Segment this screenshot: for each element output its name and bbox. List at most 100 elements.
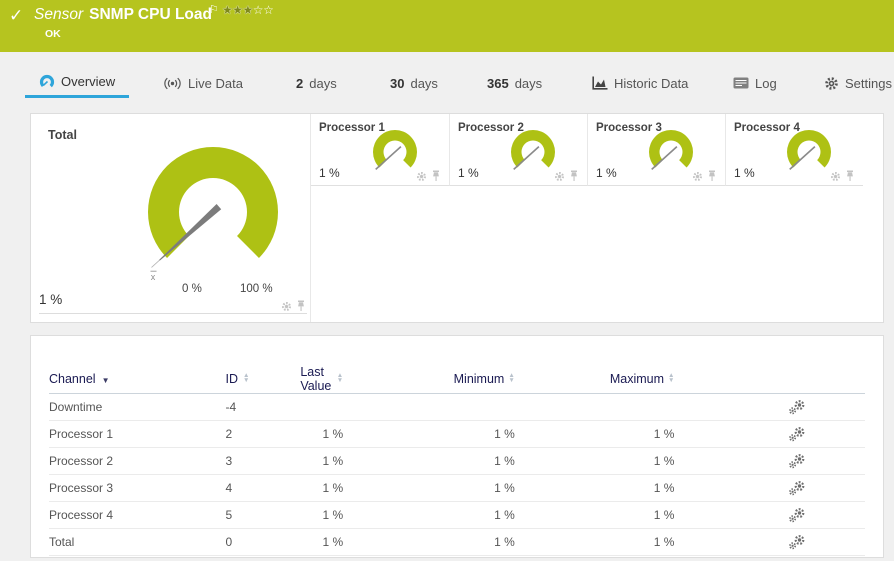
column-header-last-value[interactable]: Last Value: [300, 365, 367, 393]
pin-icon[interactable]: [569, 170, 579, 182]
needle-hairline: [152, 260, 160, 267]
column-label: Maximum: [610, 372, 664, 386]
table-row[interactable]: Processor 3 4 1 % 1 % 1 %: [49, 475, 865, 502]
tab-historic-data[interactable]: Historic Data: [592, 68, 688, 98]
tab-log[interactable]: Log: [733, 68, 777, 98]
live-data-icon: [163, 77, 182, 90]
tab-number: 365: [487, 76, 509, 91]
tab-label: Overview: [61, 74, 115, 89]
column-label: ID: [226, 372, 239, 386]
pin-icon[interactable]: [845, 170, 855, 182]
channel-id: -4: [226, 400, 237, 414]
gear-icon[interactable]: [416, 171, 427, 182]
column-header-channel[interactable]: Channel: [49, 372, 226, 386]
table-row[interactable]: Total 0 1 % 1 % 1 %: [49, 529, 865, 556]
gauge-icon: [39, 74, 55, 90]
channel-name: Processor 3: [49, 481, 113, 495]
column-header-minimum[interactable]: Minimum: [367, 372, 555, 386]
star-filled-icon[interactable]: [243, 3, 253, 17]
channel-name: Downtime: [49, 400, 102, 414]
area-chart-icon: [592, 76, 608, 90]
table-header-row: Channel ID Last Value Minimum Maximum: [49, 364, 865, 394]
tab-label: days: [515, 76, 542, 91]
flag-icon[interactable]: ⚐: [209, 3, 219, 16]
star-filled-icon[interactable]: [232, 3, 242, 17]
minimum-value: 1 %: [494, 508, 515, 522]
table-row[interactable]: Downtime -4: [49, 394, 865, 421]
maximum-value: 1 %: [654, 508, 675, 522]
tab-365-days[interactable]: 365 days: [487, 68, 542, 98]
sort-desc-icon: [102, 372, 110, 386]
channel-settings-icon[interactable]: [788, 453, 806, 469]
channel-settings-icon[interactable]: [788, 480, 806, 496]
channel-name: Total: [49, 535, 74, 549]
column-label: Last Value: [300, 365, 332, 393]
pin-icon[interactable]: [707, 170, 717, 182]
channel-name: Processor 1: [49, 427, 113, 441]
sort-icon: [337, 374, 343, 383]
column-header-maximum[interactable]: Maximum: [555, 372, 709, 386]
tab-settings[interactable]: Settings: [824, 68, 892, 98]
star-empty-icon[interactable]: [263, 3, 273, 17]
sensor-name: SNMP CPU Load: [89, 6, 212, 23]
maximum-value: 1 %: [654, 427, 675, 441]
gauge-value: 1 %: [596, 166, 617, 180]
last-value: 1 %: [323, 427, 344, 441]
total-gauge-section: Total x 0 % 100 % 1 %: [31, 114, 311, 322]
status-ok-check-icon: ✓: [9, 6, 23, 26]
sort-icon: [508, 374, 514, 383]
tab-number: 2: [296, 76, 303, 91]
processor-gauge-tile: Processor 1 1 %: [311, 114, 449, 186]
maximum-value: 1 %: [654, 454, 675, 468]
gear-icon[interactable]: [554, 171, 565, 182]
processor-gauge-tile: Processor 2 1 %: [449, 114, 587, 186]
total-gauge: x: [128, 130, 298, 300]
processor-gauge-tile: Processor 4 1 %: [725, 114, 863, 186]
channel-settings-icon[interactable]: [788, 507, 806, 523]
maximum-value: 1 %: [654, 481, 675, 495]
small-gauge: [365, 126, 425, 176]
tab-2-days[interactable]: 2 days: [296, 68, 337, 98]
gauges-panel: Total x 0 % 100 % 1 % Processo: [30, 113, 884, 323]
tab-30-days[interactable]: 30 days: [390, 68, 438, 98]
gauge-actions: [416, 170, 441, 182]
sensor-type-label: Sensor: [34, 6, 83, 23]
gear-icon: [824, 76, 839, 91]
tab-label: Historic Data: [614, 76, 688, 91]
star-filled-icon[interactable]: [222, 3, 232, 17]
gauge-value: 1 %: [458, 166, 479, 180]
last-value: 1 %: [323, 508, 344, 522]
gear-icon[interactable]: [692, 171, 703, 182]
priority-stars[interactable]: [222, 3, 273, 17]
star-empty-icon[interactable]: [253, 3, 263, 17]
minimum-value: 1 %: [494, 481, 515, 495]
channel-settings-icon[interactable]: [788, 426, 806, 442]
processor-gauge-tile: Processor 3 1 %: [587, 114, 725, 186]
gauge-value: 1 %: [734, 166, 755, 180]
channel-settings-icon[interactable]: [788, 399, 806, 415]
channel-id: 0: [226, 535, 233, 549]
gauge-value: 1 %: [319, 166, 340, 180]
channel-settings-icon[interactable]: [788, 534, 806, 550]
gauge-actions: [692, 170, 717, 182]
tab-overview[interactable]: Overview: [25, 68, 129, 98]
status-badge: OK: [45, 28, 61, 40]
gear-icon[interactable]: [830, 171, 841, 182]
minimum-value: 1 %: [494, 427, 515, 441]
table-row[interactable]: Processor 2 3 1 % 1 % 1 %: [49, 448, 865, 475]
small-gauge: [641, 126, 701, 176]
pin-icon[interactable]: [431, 170, 441, 182]
tab-live-data[interactable]: Live Data: [163, 68, 243, 98]
channel-id: 2: [226, 427, 233, 441]
column-header-id[interactable]: ID: [226, 372, 301, 386]
gauge-actions: [281, 300, 306, 312]
channel-id: 4: [226, 481, 233, 495]
pin-icon[interactable]: [296, 300, 306, 312]
tab-label: Live Data: [188, 76, 243, 91]
tab-label: Settings: [845, 76, 892, 91]
table-row[interactable]: Processor 1 2 1 % 1 % 1 %: [49, 421, 865, 448]
gear-icon[interactable]: [281, 301, 292, 312]
sensor-header: ✓ Sensor SNMP CPU Load ⚐ OK: [0, 0, 894, 52]
log-list-icon: [733, 77, 749, 89]
table-row[interactable]: Processor 4 5 1 % 1 % 1 %: [49, 502, 865, 529]
